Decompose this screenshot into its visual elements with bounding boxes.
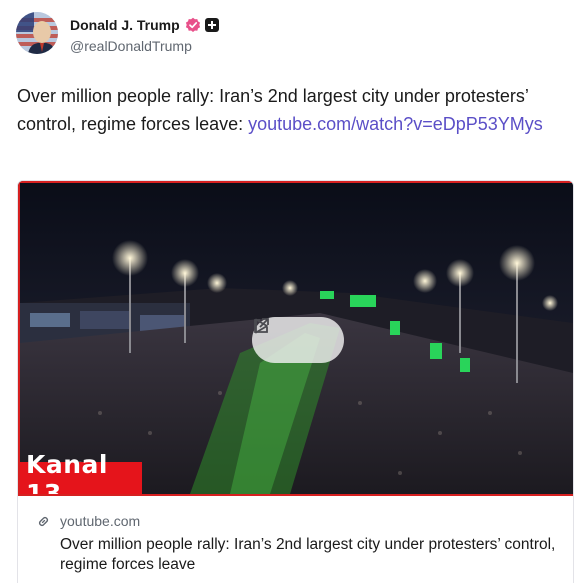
- author-avatar[interactable]: [16, 12, 58, 54]
- link-preview-card[interactable]: Kanal 13 youtube.com Over million people…: [17, 180, 574, 583]
- card-domain[interactable]: youtube.com: [60, 513, 140, 529]
- post-body: Over million people rally: Iran’s 2nd la…: [17, 82, 557, 138]
- channel-watermark: Kanal 13: [20, 450, 142, 494]
- plus-badge-icon: [204, 18, 219, 32]
- post-link[interactable]: youtube.com/watch?v=eDpP53YMys: [248, 114, 543, 134]
- channel-watermark-text: Kanal 13: [26, 449, 108, 496]
- author-display-name[interactable]: Donald J. Trump: [70, 17, 180, 33]
- author-handle[interactable]: @realDonaldTrump: [70, 38, 219, 54]
- card-meta: youtube.com Over million people rally: I…: [18, 496, 573, 575]
- link-icon: [38, 516, 49, 526]
- card-title[interactable]: Over million people rally: Iran’s 2nd la…: [60, 535, 560, 575]
- video-controls: [252, 317, 344, 363]
- flag-portrait-avatar: [16, 12, 58, 54]
- play-icon[interactable]: [255, 318, 291, 351]
- verified-badge-icon: [185, 17, 200, 32]
- external-link-icon[interactable]: [254, 318, 327, 351]
- post-header: Donald J. Trump @realDonaldTrump: [16, 12, 219, 54]
- video-thumbnail[interactable]: Kanal 13: [18, 181, 573, 496]
